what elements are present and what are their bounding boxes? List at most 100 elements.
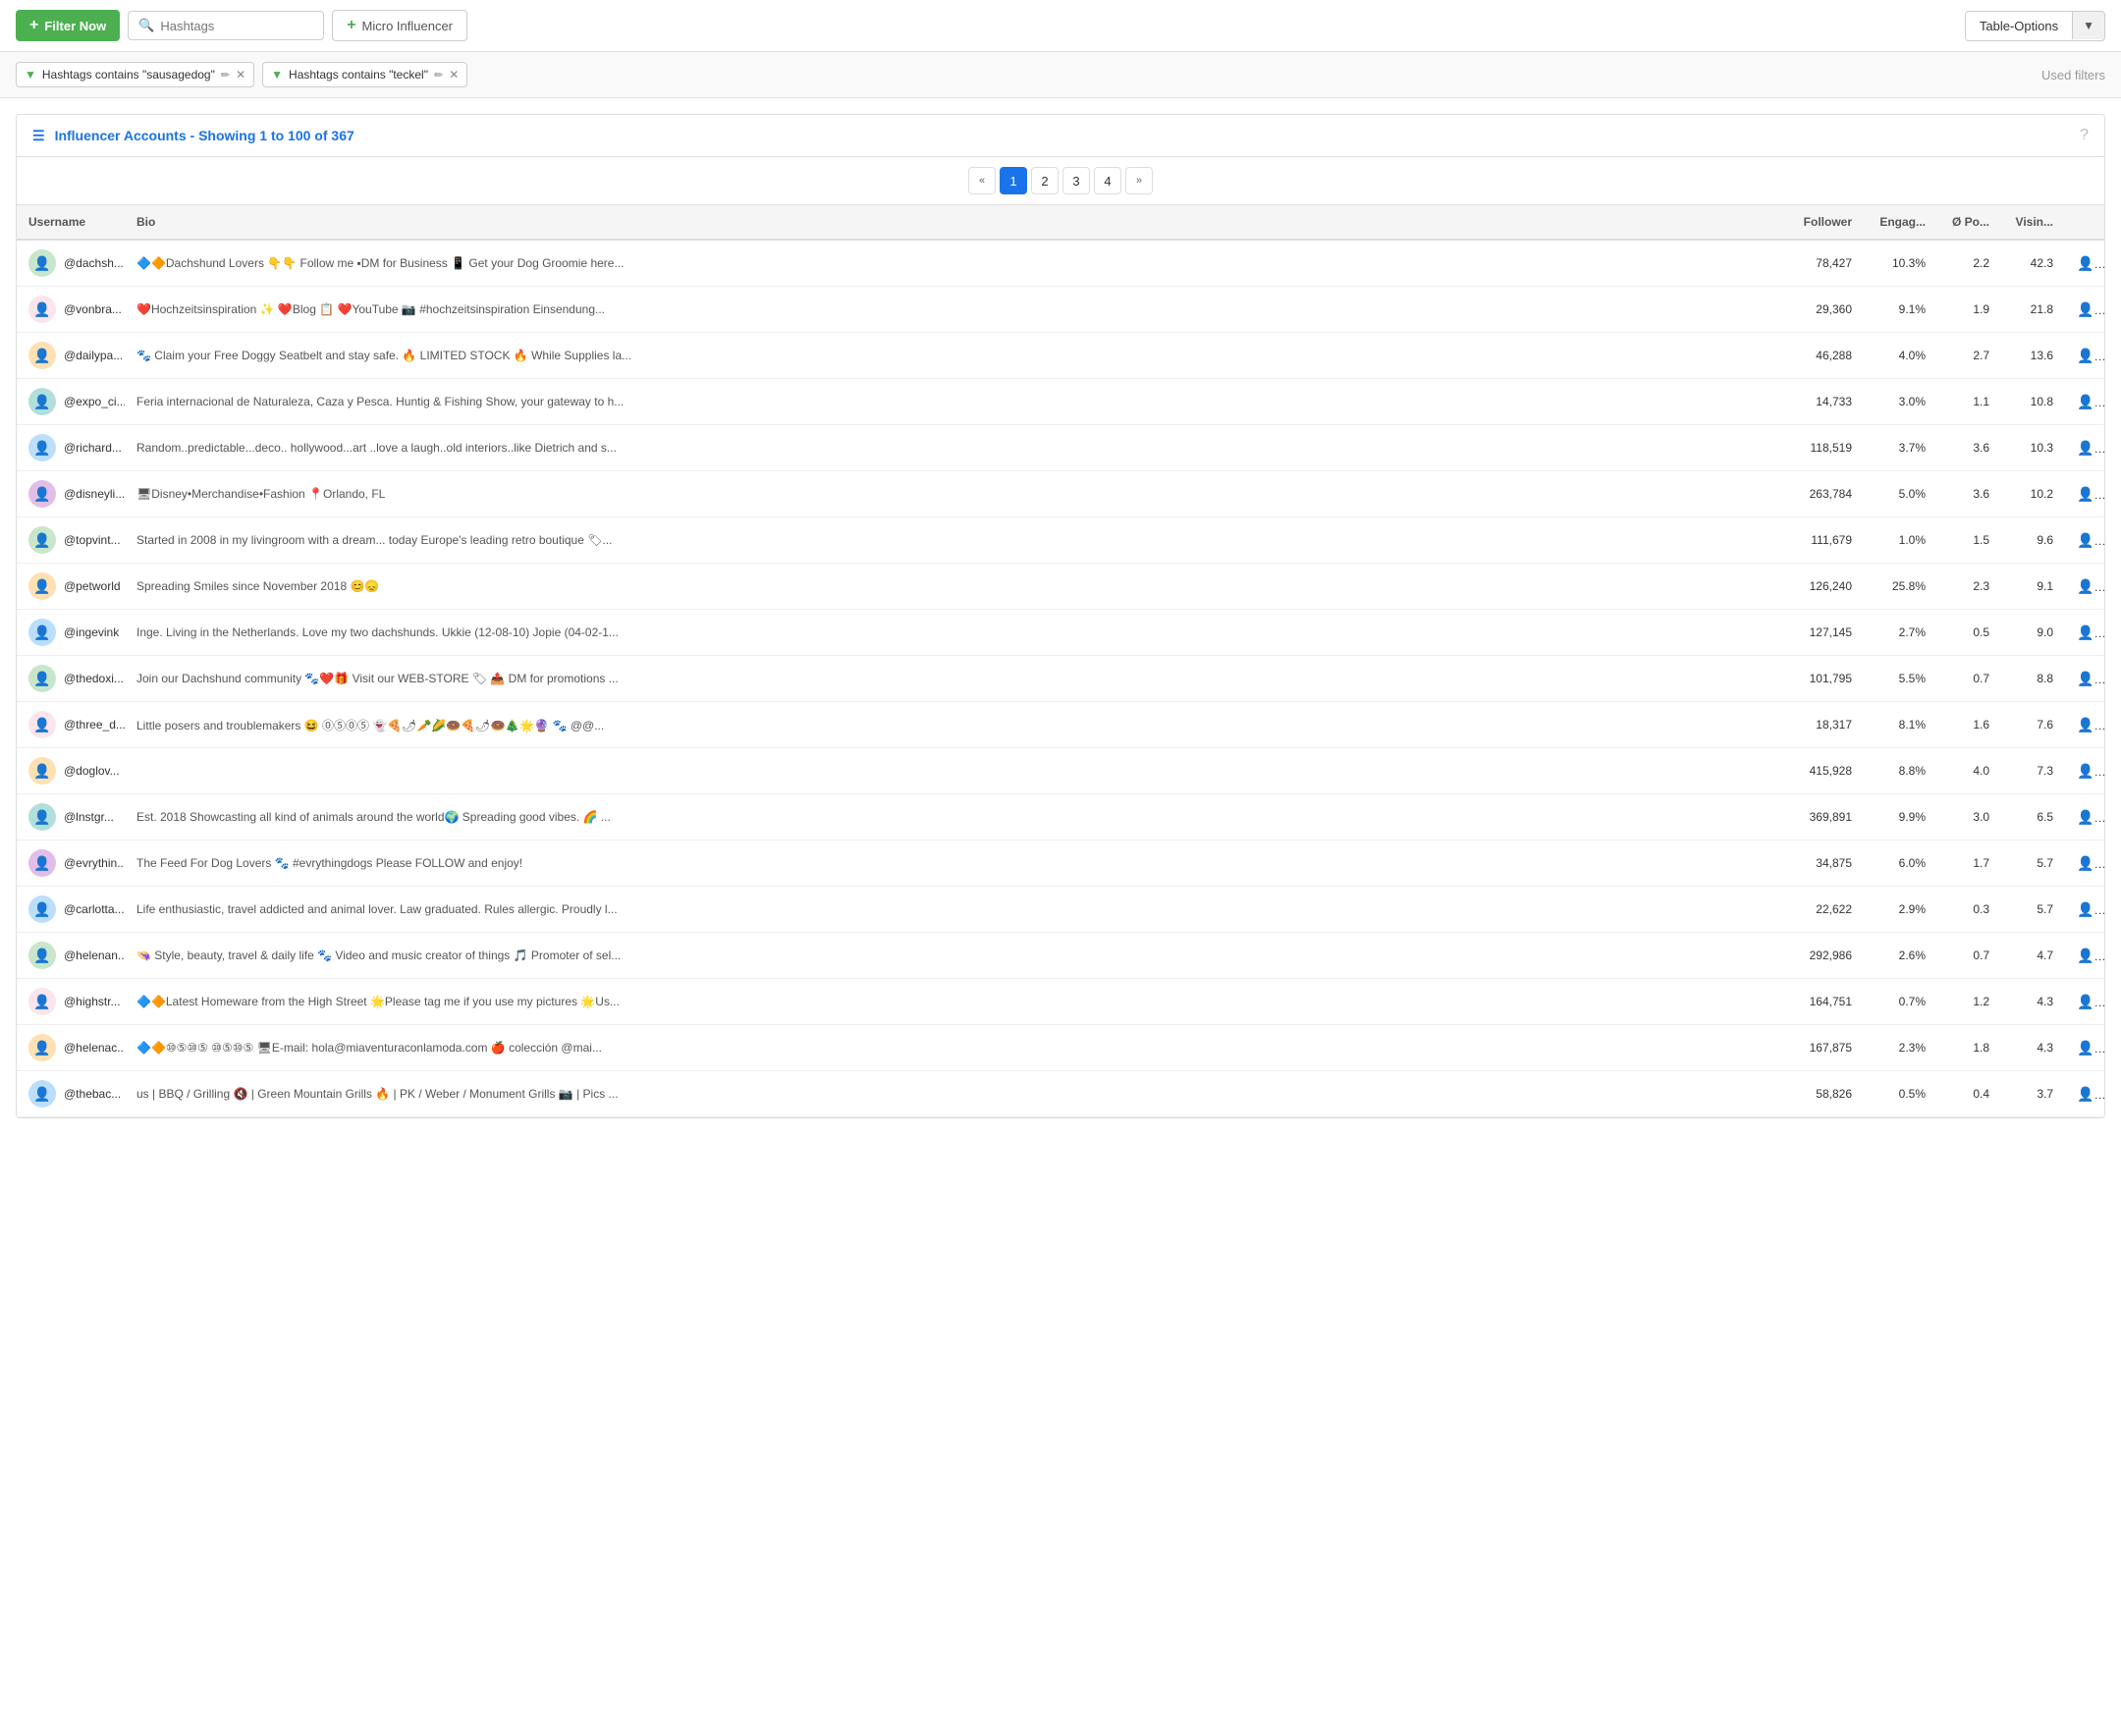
profile-icon[interactable]: 👤 <box>2077 486 2104 502</box>
po-cell: 4.0 <box>1937 748 2001 794</box>
avatar: 👤 <box>28 665 56 692</box>
profile-icon[interactable]: 👤 <box>2077 948 2104 963</box>
visin-cell: 3.7 <box>2001 1071 2065 1117</box>
po-cell: 0.7 <box>1937 656 2001 702</box>
bio-cell: Inge. Living in the Netherlands. Love my… <box>125 610 1775 656</box>
pagination-first-button[interactable]: « <box>968 167 996 194</box>
plus-icon: + <box>29 17 38 34</box>
table-row: 👤 @ingevink Inge. Living in the Netherla… <box>17 610 2104 656</box>
follower-cell: 118,519 <box>1775 425 1864 471</box>
action-cell: 👤 <box>2065 287 2104 333</box>
col-header-follower: Follower <box>1775 205 1864 240</box>
hashtags-input[interactable] <box>160 19 307 33</box>
profile-icon[interactable]: 👤 <box>2077 578 2104 594</box>
filter-chip-1-close-icon[interactable]: ✕ <box>236 68 245 81</box>
filter-chip-1-edit-icon[interactable]: ✏ <box>221 69 230 81</box>
engagement-cell: 2.7% <box>1864 610 1937 656</box>
visin-cell: 8.8 <box>2001 656 2065 702</box>
engagement-cell: 0.7% <box>1864 979 1937 1025</box>
pagination-last-button[interactable]: » <box>1125 167 1153 194</box>
follower-cell: 58,826 <box>1775 1071 1864 1117</box>
follower-cell: 78,427 <box>1775 240 1864 287</box>
micro-influencer-button[interactable]: + Micro Influencer <box>332 10 467 41</box>
username-text: @dailypa... <box>64 349 123 362</box>
bio-cell: 👒 Style, beauty, travel & daily life 🐾 V… <box>125 933 1775 979</box>
profile-icon[interactable]: 👤 <box>2077 1086 2104 1102</box>
table-options-label: Table-Options <box>1966 12 2072 40</box>
avatar: 👤 <box>28 480 56 508</box>
filter-icon-1: ▼ <box>25 68 36 81</box>
pagination-page-4-button[interactable]: 4 <box>1094 167 1121 194</box>
visin-cell: 10.8 <box>2001 379 2065 425</box>
profile-icon[interactable]: 👤 <box>2077 440 2104 456</box>
username-cell: 👤 @vonbra... <box>17 287 125 333</box>
pagination-page-1-button[interactable]: 1 <box>1000 167 1027 194</box>
username-text: @three_d... <box>64 718 125 732</box>
profile-icon[interactable]: 👤 <box>2077 809 2104 825</box>
table-options-button[interactable]: Table-Options ▼ <box>1965 11 2105 41</box>
bio-cell: 🖥Disney•Merchandise•Fashion 📍Orlando, FL <box>125 471 1775 517</box>
table-row: 👤 @vonbra... ❤️Hochzeitsinspiration ✨ ❤️… <box>17 287 2104 333</box>
pagination-page-2-button[interactable]: 2 <box>1031 167 1059 194</box>
profile-icon[interactable]: 👤 <box>2077 671 2104 686</box>
profile-icon[interactable]: 👤 <box>2077 348 2104 363</box>
action-cell: 👤 <box>2065 841 2104 887</box>
username-cell: 👤 @dachsh... <box>17 240 125 287</box>
profile-icon[interactable]: 👤 <box>2077 532 2104 548</box>
profile-icon[interactable]: 👤 <box>2077 394 2104 409</box>
po-cell: 1.2 <box>1937 979 2001 1025</box>
engagement-cell: 25.8% <box>1864 564 1937 610</box>
username-text: @helenan... <box>64 949 125 962</box>
engagement-cell: 9.9% <box>1864 794 1937 841</box>
follower-cell: 22,622 <box>1775 887 1864 933</box>
help-icon[interactable]: ? <box>2080 127 2089 144</box>
username-cell: 👤 @thebac... <box>17 1071 125 1117</box>
username-cell: 👤 @carlotta... <box>17 887 125 933</box>
po-cell: 2.3 <box>1937 564 2001 610</box>
profile-icon[interactable]: 👤 <box>2077 717 2104 732</box>
profile-icon[interactable]: 👤 <box>2077 994 2104 1009</box>
filter-chip-2-close-icon[interactable]: ✕ <box>449 68 459 81</box>
engagement-cell: 9.1% <box>1864 287 1937 333</box>
action-cell: 👤 <box>2065 1071 2104 1117</box>
profile-icon[interactable]: 👤 <box>2077 1040 2104 1056</box>
profile-icon[interactable]: 👤 <box>2077 624 2104 640</box>
username-cell: 👤 @disneyli... <box>17 471 125 517</box>
avatar: 👤 <box>28 849 56 877</box>
bio-cell: ❤️Hochzeitsinspiration ✨ ❤️Blog 📋 ❤️YouT… <box>125 287 1775 333</box>
list-icon: ☰ <box>32 128 45 144</box>
visin-cell: 10.2 <box>2001 471 2065 517</box>
engagement-cell: 0.5% <box>1864 1071 1937 1117</box>
engagement-cell: 6.0% <box>1864 841 1937 887</box>
pagination-page-3-button[interactable]: 3 <box>1062 167 1090 194</box>
username-cell: 👤 @helenan... <box>17 933 125 979</box>
table-row: 👤 @expo_ci... Feria internacional de Nat… <box>17 379 2104 425</box>
avatar: 👤 <box>28 296 56 323</box>
filter-now-label: Filter Now <box>44 19 106 33</box>
bio-cell: Join our Dachshund community 🐾❤️🎁 Visit … <box>125 656 1775 702</box>
follower-cell: 18,317 <box>1775 702 1864 748</box>
profile-icon[interactable]: 👤 <box>2077 255 2104 271</box>
visin-cell: 42.3 <box>2001 240 2065 287</box>
engagement-cell: 2.9% <box>1864 887 1937 933</box>
filter-now-button[interactable]: + Filter Now <box>16 10 120 41</box>
profile-icon[interactable]: 👤 <box>2077 855 2104 871</box>
pagination: « 1 2 3 4 » <box>17 157 2104 205</box>
avatar: 👤 <box>28 757 56 785</box>
filter-chip-2-edit-icon[interactable]: ✏ <box>434 69 443 81</box>
visin-cell: 21.8 <box>2001 287 2065 333</box>
profile-icon[interactable]: 👤 <box>2077 901 2104 917</box>
visin-cell: 6.5 <box>2001 794 2065 841</box>
table-title: Influencer Accounts - Showing 1 to 100 o… <box>55 128 354 143</box>
follower-cell: 29,360 <box>1775 287 1864 333</box>
action-cell: 👤 <box>2065 610 2104 656</box>
profile-icon[interactable]: 👤 <box>2077 301 2104 317</box>
engagement-cell: 4.0% <box>1864 333 1937 379</box>
follower-cell: 127,145 <box>1775 610 1864 656</box>
username-cell: 👤 @highstr... <box>17 979 125 1025</box>
bio-cell: Feria internacional de Naturaleza, Caza … <box>125 379 1775 425</box>
po-cell: 1.6 <box>1937 702 2001 748</box>
bio-cell: 🐾 Claim your Free Doggy Seatbelt and sta… <box>125 333 1775 379</box>
profile-icon[interactable]: 👤 <box>2077 763 2104 779</box>
engagement-cell: 5.5% <box>1864 656 1937 702</box>
